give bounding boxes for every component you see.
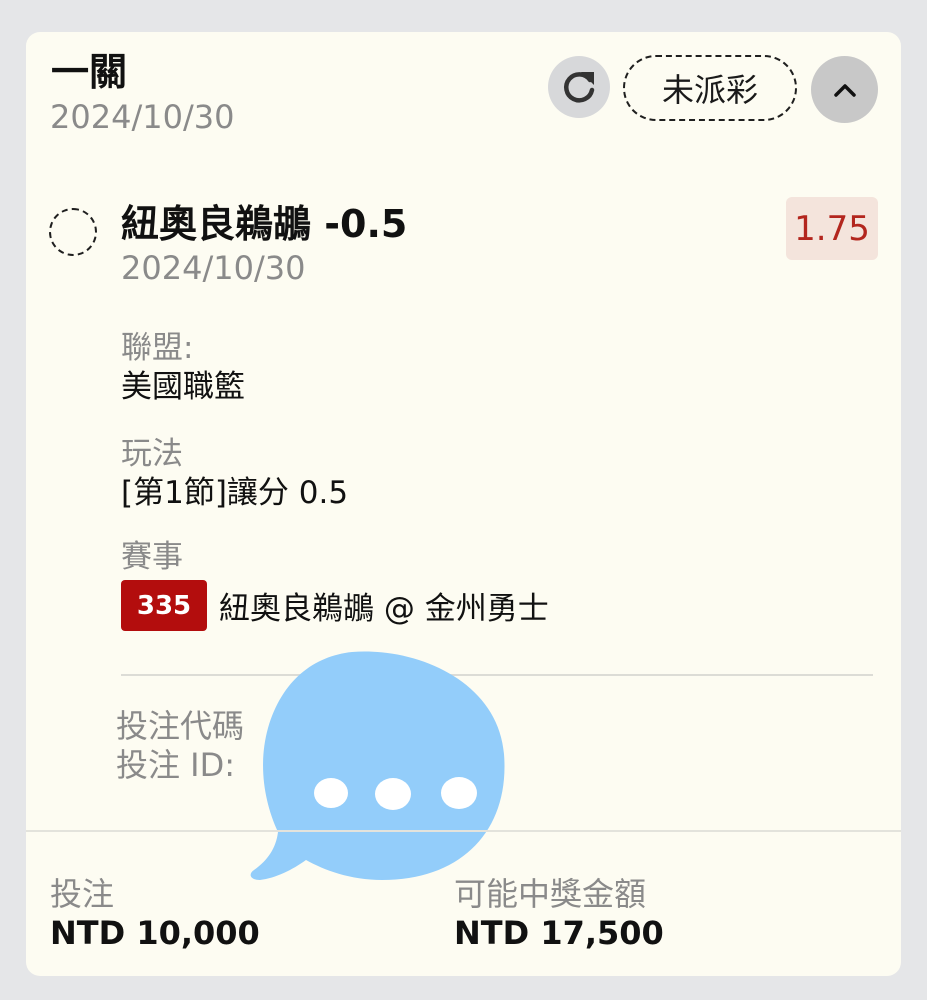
bet-slip-card: 一關 2024/10/30 未派彩 紐奧良鵜鶘 -0.5 2024/10/30 … [26, 32, 901, 976]
potential-win-value: NTD 17,500 [454, 914, 664, 952]
bet-id-label: 投注 ID: [116, 746, 236, 784]
event-label: 賽事 [121, 539, 183, 575]
bet-type-title: 一關 [51, 50, 128, 94]
event-code-badge: 335 [121, 580, 207, 631]
settlement-status-badge: 未派彩 [623, 55, 797, 121]
stake-label: 投注 [50, 875, 115, 913]
selection-status-circle [49, 208, 97, 256]
bet-code-label: 投注代碼 [116, 707, 245, 745]
league-value: 美國職籃 [121, 369, 245, 405]
refresh-button[interactable] [548, 56, 610, 118]
bet-date: 2024/10/30 [50, 98, 235, 136]
chevron-up-icon [833, 83, 856, 97]
odds-badge: 1.75 [786, 197, 878, 260]
potential-win-label: 可能中獎金額 [454, 875, 647, 913]
selection-title: 紐奧良鵜鶘 -0.5 [121, 202, 408, 246]
selection-date: 2024/10/30 [121, 249, 306, 287]
refresh-icon [564, 72, 595, 103]
collapse-button[interactable] [811, 56, 878, 123]
market-label: 玩法 [121, 436, 183, 472]
event-name: 紐奧良鵜鶘 @ 金州勇士 [219, 591, 549, 627]
league-label: 聯盟: [121, 330, 194, 366]
market-value: [第1節]讓分 0.5 [121, 475, 349, 511]
stake-value: NTD 10,000 [50, 914, 260, 952]
event-row: 335 紐奧良鵜鶘 @ 金州勇士 [121, 580, 549, 631]
footer-divider [26, 830, 901, 832]
chat-bubble-icon [250, 651, 505, 880]
